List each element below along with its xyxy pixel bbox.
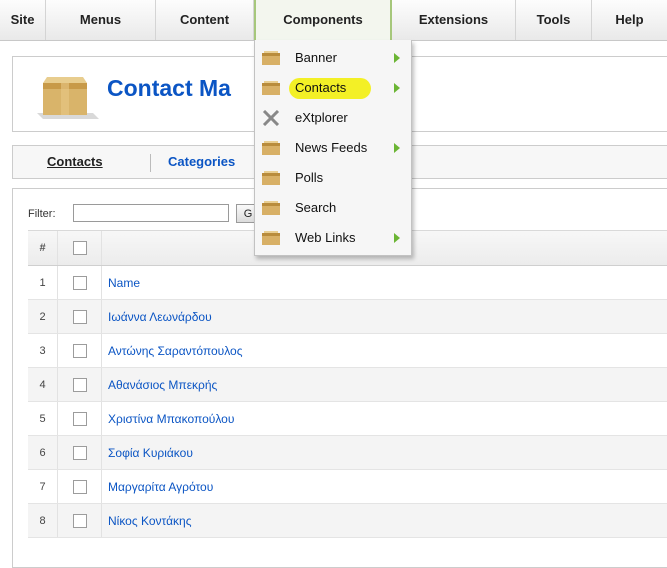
header-num: # [28, 231, 58, 265]
submenu-arrow-icon [394, 83, 400, 93]
header-check-cell [58, 231, 102, 265]
row-check-cell [58, 470, 102, 503]
table-row: 7 Μαργαρίτα Αγρότου [28, 470, 667, 504]
row-checkbox[interactable] [72, 309, 87, 324]
row-num: 5 [28, 402, 58, 435]
contact-name-link[interactable]: Ιωάννα Λεωνάρδου [108, 300, 212, 333]
row-num: 7 [28, 470, 58, 503]
menu-extensions[interactable]: Extensions [392, 0, 516, 40]
table-row: 5 Χριστίνα Μπακοπούλου [28, 402, 667, 436]
top-menubar: Site Menus Content Components Extensions… [0, 0, 667, 41]
select-all-checkbox[interactable] [72, 241, 87, 255]
row-num: 1 [28, 266, 58, 299]
row-num: 6 [28, 436, 58, 469]
row-checkbox[interactable] [72, 275, 87, 290]
component-box-icon [262, 81, 280, 95]
tab-categories[interactable]: Categories [168, 154, 235, 169]
contact-name-link[interactable]: Μαργαρίτα Αγρότου [108, 470, 213, 503]
filter-label: Filter: [28, 208, 56, 220]
submenu-arrow-icon [394, 233, 400, 243]
dropdown-item-search[interactable]: Search [255, 193, 411, 223]
component-box-icon [262, 171, 280, 185]
component-box-icon [262, 141, 280, 155]
row-checkbox[interactable] [72, 343, 87, 358]
row-check-cell [58, 334, 102, 367]
component-box-icon [262, 201, 280, 215]
row-checkbox[interactable] [72, 479, 87, 494]
row-num: 3 [28, 334, 58, 367]
contact-name-link[interactable]: Name [108, 266, 140, 299]
tab-contacts[interactable]: Contacts [47, 154, 103, 169]
row-checkbox[interactable] [72, 377, 87, 392]
contact-name-link[interactable]: Αντώνης Σαραντόπουλος [108, 334, 243, 367]
menu-menus[interactable]: Menus [46, 0, 156, 40]
table-row: 2 Ιωάννα Λεωνάρδου [28, 300, 667, 334]
package-box-icon [37, 77, 99, 119]
dropdown-label: eXtplorer [295, 110, 348, 125]
menu-site[interactable]: Site [0, 0, 46, 40]
contacts-table: # Name 1 Name 2 Ιωάννα Λεωνάρδου 3 Αντών… [28, 230, 667, 538]
dropdown-label: Web Links [295, 230, 356, 245]
page-title: Contact Ma [107, 75, 231, 101]
row-num: 4 [28, 368, 58, 401]
table-row: 6 Σοφία Κυριάκου [28, 436, 667, 470]
row-check-cell [58, 504, 102, 537]
dropdown-label: Contacts [295, 80, 347, 95]
dropdown-item-web-links[interactable]: Web Links [255, 223, 411, 253]
row-num: 8 [28, 504, 58, 537]
row-checkbox[interactable] [72, 513, 87, 528]
components-dropdown: Banner Contacts eXtplorer News Feeds Pol… [254, 40, 412, 256]
component-box-icon [262, 231, 280, 245]
close-x-icon [262, 110, 280, 126]
submenu-arrow-icon [394, 53, 400, 63]
dropdown-item-polls[interactable]: Polls [255, 163, 411, 193]
contact-name-link[interactable]: Σοφία Κυριάκου [108, 436, 193, 469]
dropdown-label: Banner [295, 50, 337, 65]
submenu-arrow-icon [394, 143, 400, 153]
contact-name-link[interactable]: Νίκος Κοντάκης [108, 504, 191, 537]
tab-separator [150, 154, 151, 172]
dropdown-item-extplorer[interactable]: eXtplorer [255, 103, 411, 133]
row-checkbox[interactable] [72, 445, 87, 460]
menu-components[interactable]: Components [254, 0, 392, 40]
dropdown-label: News Feeds [295, 140, 368, 155]
dropdown-item-news-feeds[interactable]: News Feeds [255, 133, 411, 163]
menu-tools[interactable]: Tools [516, 0, 592, 40]
table-row: 3 Αντώνης Σαραντόπουλος [28, 334, 667, 368]
filter-input[interactable] [73, 204, 229, 222]
dropdown-label: Search [295, 200, 337, 215]
row-num: 2 [28, 300, 58, 333]
row-check-cell [58, 266, 102, 299]
contact-name-link[interactable]: Χριστίνα Μπακοπούλου [108, 402, 234, 435]
row-check-cell [58, 436, 102, 469]
row-check-cell [58, 300, 102, 333]
row-check-cell [58, 368, 102, 401]
menu-help[interactable]: Help [592, 0, 667, 40]
dropdown-item-contacts[interactable]: Contacts [255, 73, 411, 103]
dropdown-label: Polls [295, 170, 324, 185]
contact-name-link[interactable]: Αθανάσιος Μπεκρής [108, 368, 217, 401]
table-row: 4 Αθανάσιος Μπεκρής [28, 368, 667, 402]
row-check-cell [58, 402, 102, 435]
table-row: 1 Name [28, 266, 667, 300]
row-checkbox[interactable] [72, 411, 87, 426]
menu-content[interactable]: Content [156, 0, 254, 40]
dropdown-item-banner[interactable]: Banner [255, 43, 411, 73]
table-row: 8 Νίκος Κοντάκης [28, 504, 667, 538]
component-box-icon [262, 51, 280, 65]
